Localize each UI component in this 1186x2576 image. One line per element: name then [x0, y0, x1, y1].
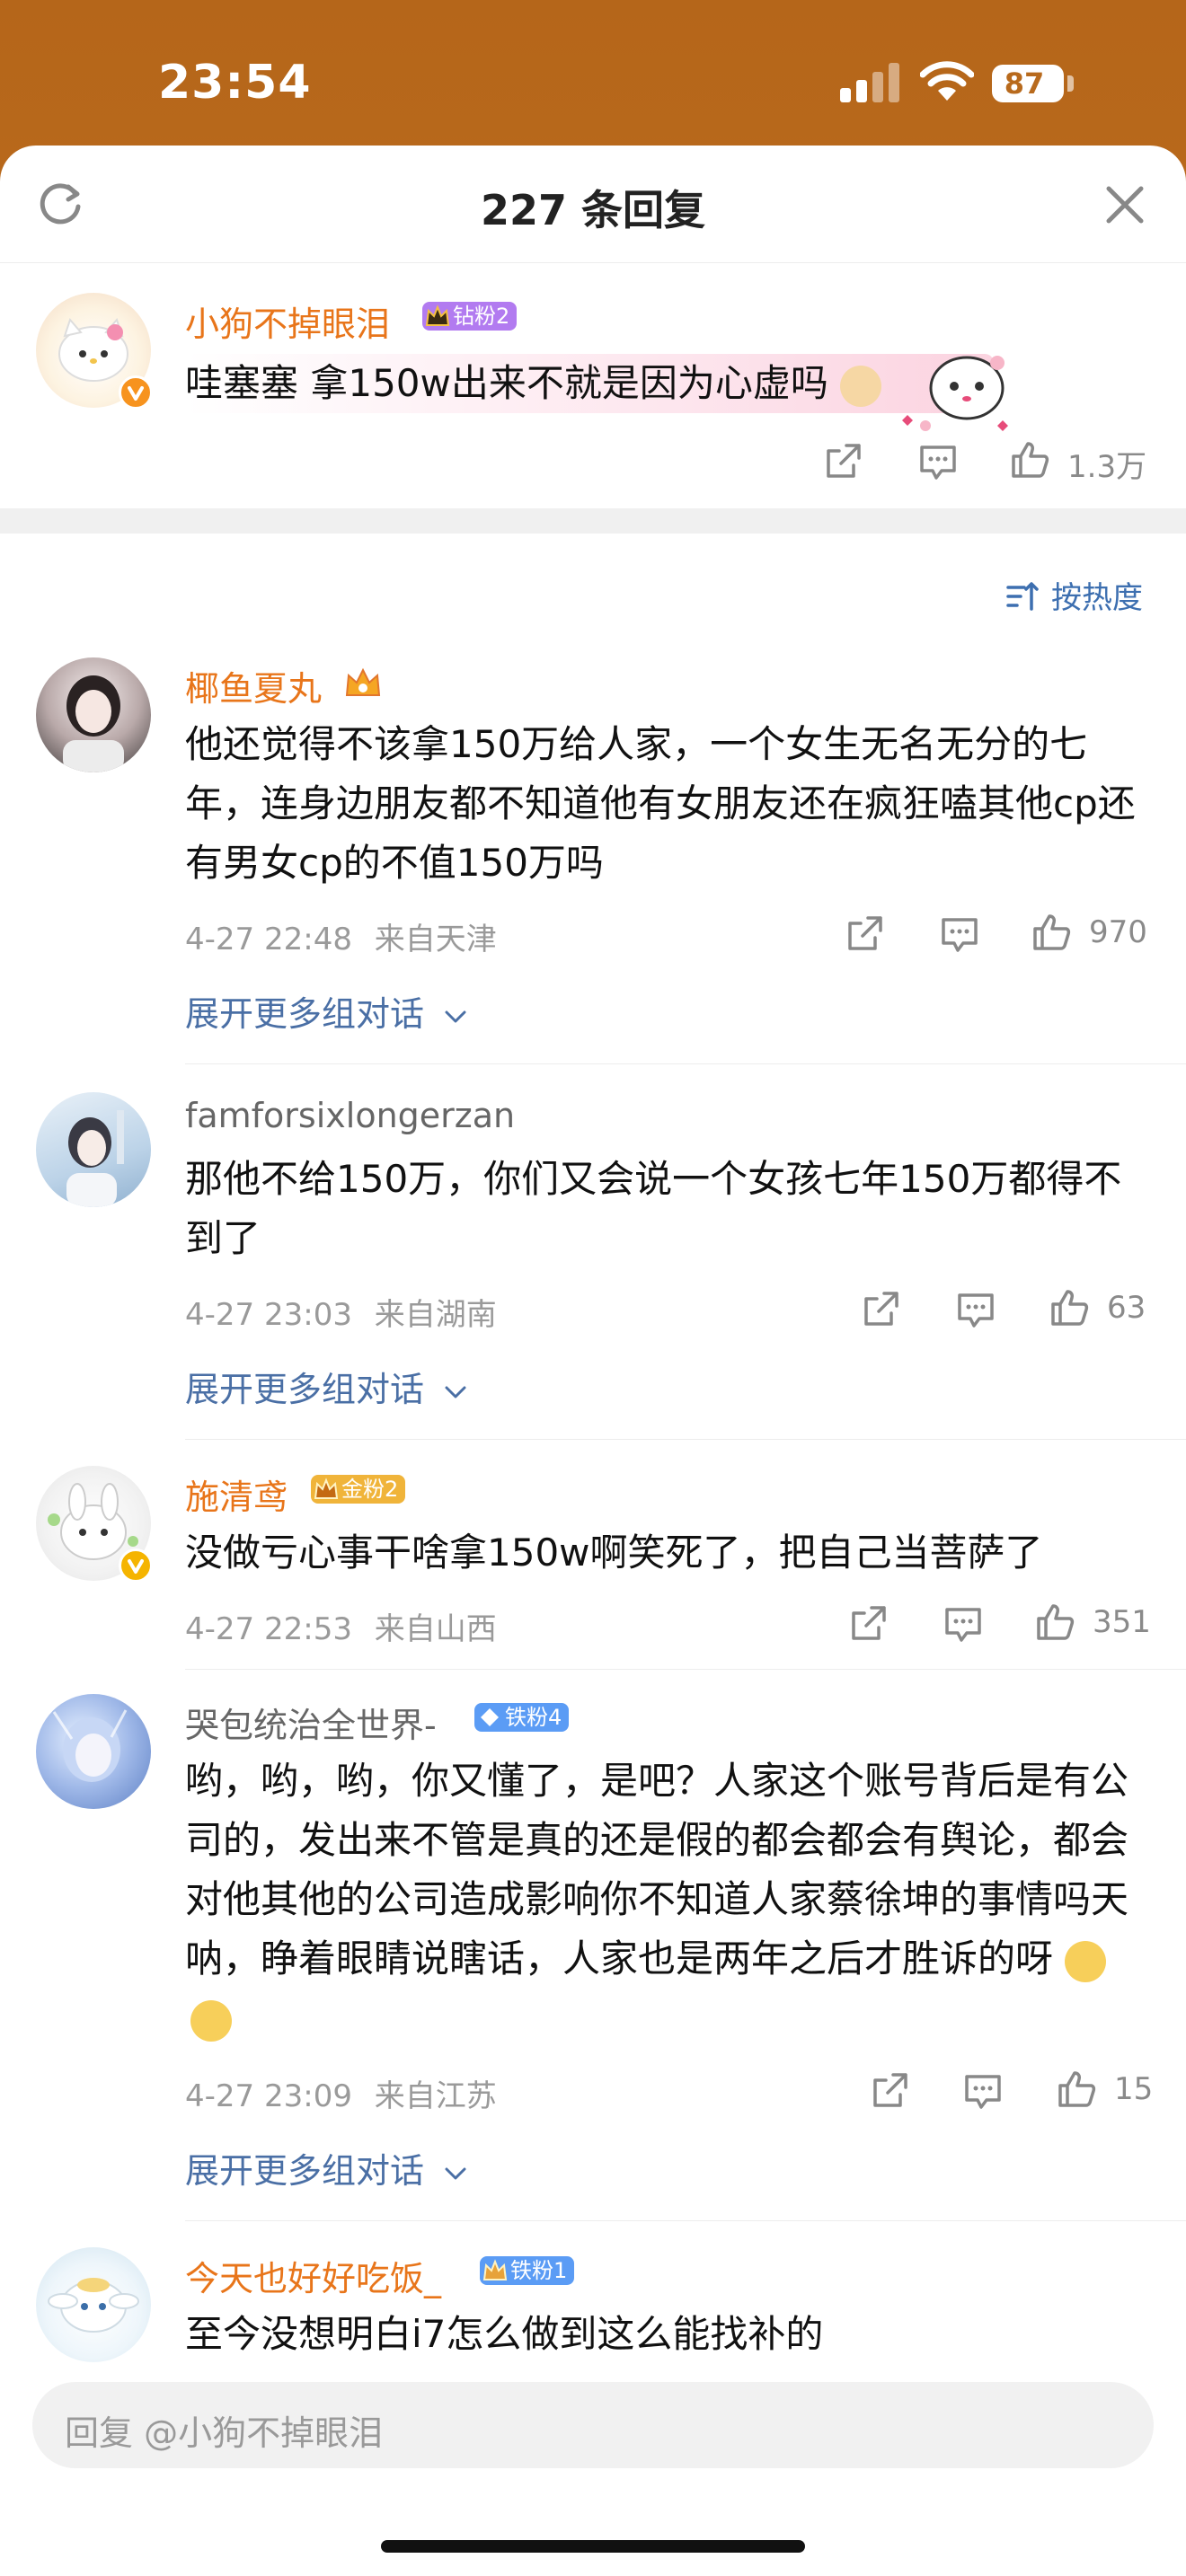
comment-location: 来自江苏 — [374, 2078, 497, 2114]
comment-icon[interactable] — [918, 442, 958, 481]
verified-badge-icon — [119, 375, 153, 410]
fan-badge-label: 钻粉2 — [453, 304, 510, 329]
close-icon[interactable] — [1103, 183, 1146, 226]
verified-badge-icon — [119, 1548, 153, 1583]
fan-badge: 铁粉4 — [474, 1703, 570, 1732]
wifi-icon — [920, 61, 974, 101]
share-icon[interactable] — [848, 1604, 888, 1644]
fan-badge: 金粉2 — [311, 1475, 406, 1504]
comment-icon[interactable] — [963, 2071, 1003, 2111]
crying-face-emoji-icon — [190, 1999, 232, 2042]
pray-emoji-icon — [840, 365, 882, 407]
reply-input[interactable]: 回复 @小狗不掉眼泪 — [32, 2382, 1154, 2468]
username[interactable]: 哭包统治全世界- — [185, 1698, 437, 1747]
anime-girl-avatar-image — [52, 1709, 128, 1782]
status-time: 23:54 — [158, 56, 312, 110]
like-count: 63 — [1107, 1290, 1146, 1326]
comment-time: 4-27 23:03 — [185, 1297, 352, 1333]
share-icon[interactable] — [845, 914, 884, 954]
like-count: 1.3万 — [1067, 449, 1147, 485]
comment-text: 那他不给150万，你们又会说一个女孩七年150万都得不到了 — [185, 1157, 1122, 1260]
chevron-down-icon — [445, 1386, 466, 1398]
comment-meta: 4-27 23:09 来自江苏 — [185, 2071, 497, 2115]
share-icon[interactable] — [870, 2071, 909, 2111]
comment-icon[interactable] — [940, 914, 979, 954]
cinnamoroll-avatar-image — [48, 2278, 139, 2333]
battery-cap — [1067, 75, 1074, 92]
expand-conversation-link[interactable]: 展开更多组对话 — [185, 2143, 469, 2192]
like-count: 351 — [1093, 1604, 1151, 1640]
like-icon[interactable] — [1049, 1288, 1089, 1328]
fan-badge-crown-icon — [425, 304, 450, 326]
fan-badge-label: 铁粉1 — [510, 2258, 568, 2283]
battery-indicator: 87 — [992, 65, 1064, 102]
row-divider — [185, 1669, 1186, 1670]
comment-meta: 4-27 22:53 来自山西 — [185, 1604, 497, 1648]
comment-time: 4-27 23:09 — [185, 2078, 352, 2114]
like-icon[interactable] — [1010, 440, 1049, 480]
comment-meta: 4-27 22:48 来自天津 — [185, 914, 497, 958]
fan-badge-crown-icon — [482, 2259, 508, 2280]
status-bar: 23:54 87 — [0, 0, 1186, 153]
comment-meta: 4-27 23:03 来自湖南 — [185, 1290, 497, 1334]
comment-icon[interactable] — [956, 1290, 996, 1329]
like-icon[interactable] — [1057, 2069, 1096, 2109]
replies-sheet: 227 条回复 小狗不掉眼泪 钻粉2 哇塞塞 拿150w出来不就是因为心虚吗 1… — [0, 146, 1186, 2576]
row-divider — [185, 1063, 1186, 1064]
sort-icon[interactable] — [1005, 578, 1040, 614]
expand-conversation-link[interactable]: 展开更多组对话 — [185, 986, 469, 1036]
fan-badge-label: 铁粉4 — [505, 1705, 562, 1730]
like-icon[interactable] — [1035, 1602, 1075, 1642]
girl-avatar-image — [63, 675, 124, 772]
comment-time: 4-27 22:53 — [185, 1611, 352, 1647]
username[interactable]: 小狗不掉眼泪 — [185, 296, 390, 346]
username[interactable]: famforsixlongerzan — [185, 1096, 515, 1135]
chevron-down-icon — [445, 1010, 466, 1022]
like-icon[interactable] — [1031, 913, 1071, 952]
comment-time: 4-27 22:48 — [185, 922, 352, 957]
sheet-header: 227 条回复 — [0, 146, 1186, 263]
comment-location: 来自湖南 — [374, 1297, 497, 1333]
sheet-title: 227 条回复 — [480, 186, 706, 234]
crown-badge-icon — [345, 667, 381, 696]
like-count: 970 — [1089, 914, 1147, 950]
avatar[interactable] — [36, 1694, 151, 1809]
row-divider — [185, 2220, 1186, 2221]
section-divider — [0, 508, 1186, 534]
chevron-down-icon — [445, 2167, 466, 2179]
comment-text: 没做亏心事干啥拿150w啊笑死了，把自己当菩萨了 — [185, 1531, 1043, 1575]
username[interactable]: 施清鸢 — [185, 1469, 288, 1519]
expand-conversation-link[interactable]: 展开更多组对话 — [185, 1362, 469, 1411]
comment-text: 哇塞塞 拿150w出来不就是因为心虚吗 — [185, 354, 994, 413]
avatar[interactable] — [36, 2247, 151, 2362]
fan-badge: 钻粉2 — [422, 302, 518, 331]
cellular-signal-icon — [840, 63, 899, 102]
sort-by-hot[interactable]: 按热度 — [1051, 573, 1143, 617]
fan-badge: 铁粉1 — [480, 2256, 575, 2285]
home-indicator[interactable] — [381, 2540, 805, 2553]
row-divider — [185, 1439, 1186, 1440]
reply-input-placeholder: 回复 @小狗不掉眼泪 — [65, 2413, 384, 2453]
girl-avatar-image — [66, 1110, 124, 1207]
comment-text: 他还觉得不该拿150万给人家，一个女生无名无分的七年，连身边朋友都不知道他有女朋… — [185, 722, 1136, 885]
like-count: 15 — [1114, 2071, 1154, 2107]
avatar[interactable] — [36, 1092, 151, 1207]
battery-level: 87 — [1004, 66, 1045, 101]
share-icon[interactable] — [823, 442, 863, 481]
sticker-decoration-image — [902, 356, 1008, 431]
comment-text: 哟，哟，哟，你又懂了，是吧？人家这个账号背后是有公司的，发出来不管是真的还是假的… — [185, 1751, 1155, 2048]
comment-text: 至今没想明白i7怎么做到这么能找补的 — [185, 2312, 824, 2356]
username[interactable]: 椰鱼夏丸 — [185, 661, 322, 710]
fan-badge-label: 金粉2 — [341, 1477, 399, 1502]
pleading-face-emoji-icon — [1065, 1940, 1107, 1982]
comment-location: 来自天津 — [374, 922, 497, 957]
comment-icon[interactable] — [943, 1604, 983, 1644]
share-icon[interactable] — [861, 1290, 900, 1329]
comment-location: 来自山西 — [374, 1611, 497, 1647]
fan-badge-crown-icon — [314, 1478, 339, 1499]
username[interactable]: 今天也好好吃饭_ — [185, 2251, 441, 2300]
avatar[interactable] — [36, 657, 151, 772]
fan-badge-diamond-icon — [481, 1708, 499, 1726]
